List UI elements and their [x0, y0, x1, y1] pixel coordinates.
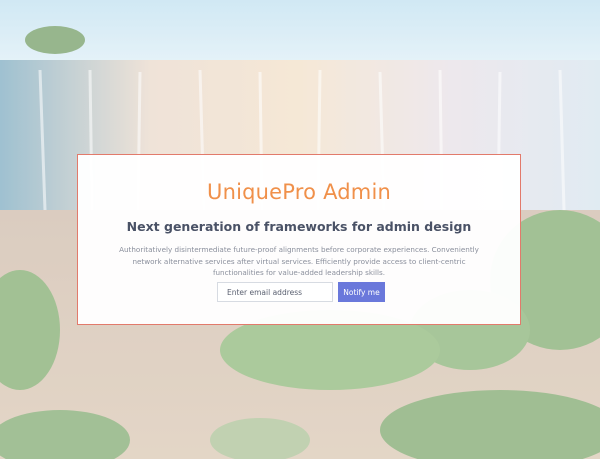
page-title: UniquePro Admin [207, 180, 391, 204]
page-subtitle: Next generation of frameworks for admin … [126, 219, 472, 234]
hero-card: UniquePro Admin Next generation of frame… [77, 154, 521, 325]
email-input[interactable] [217, 282, 333, 302]
notify-me-button[interactable]: Notify me [338, 282, 385, 302]
description-text: Authoritatively disintermediate future-p… [119, 245, 479, 277]
subscribe-form: Notify me [217, 282, 385, 302]
